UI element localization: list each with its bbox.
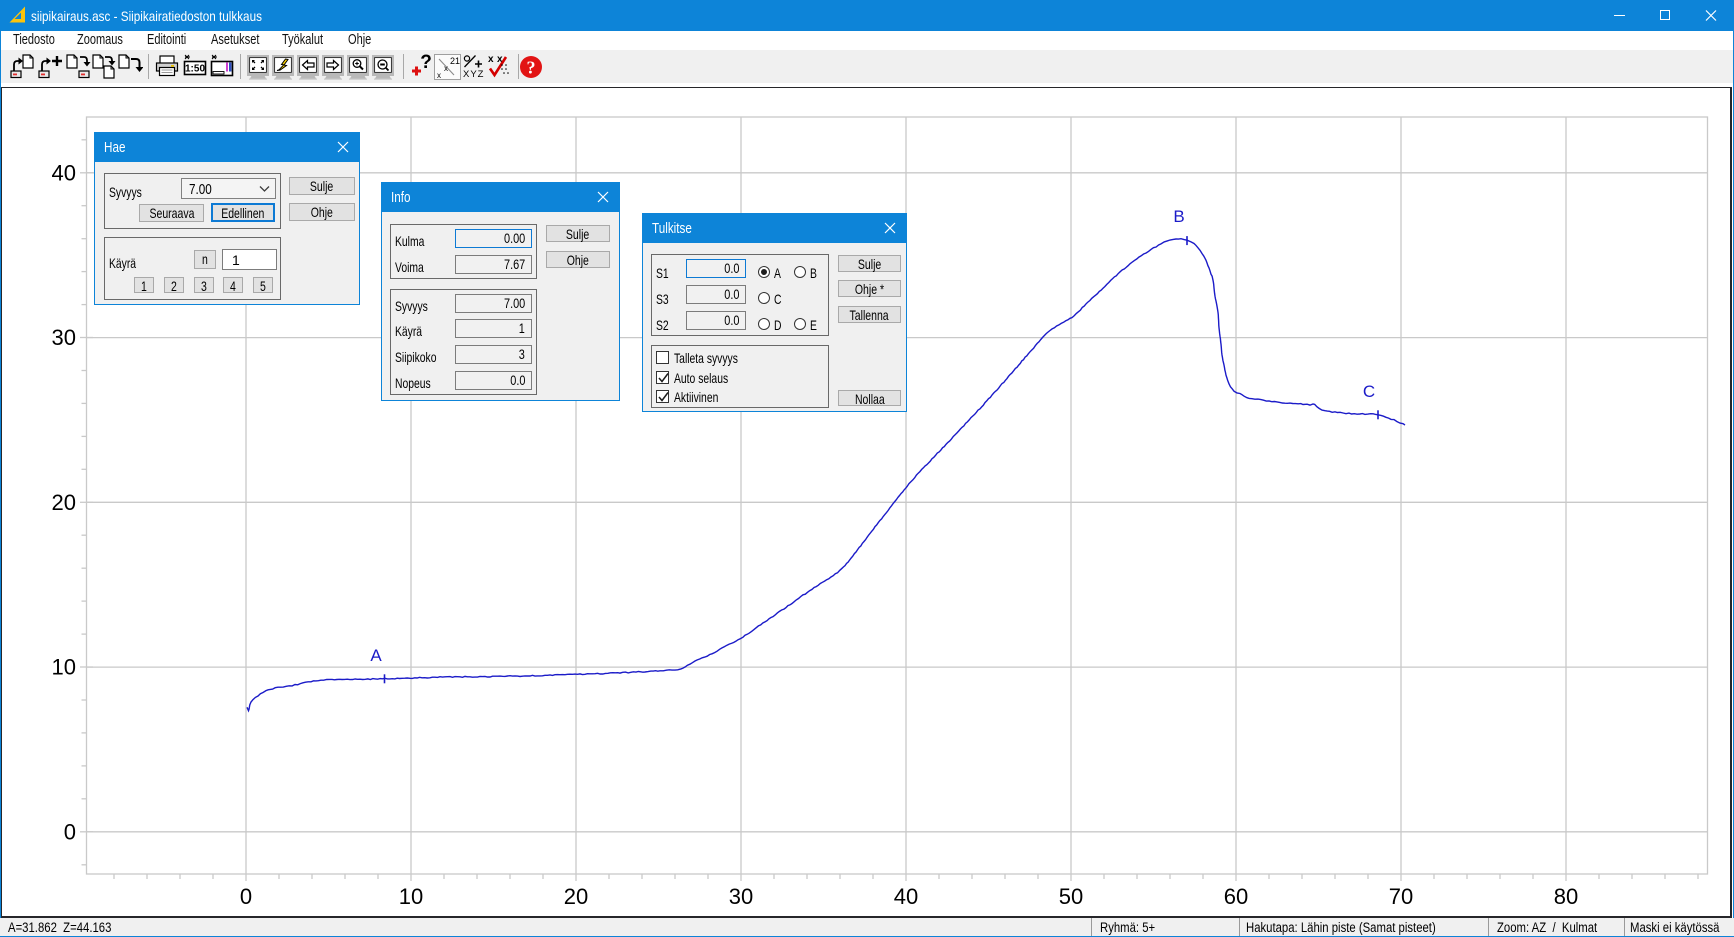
svg-text:21: 21 xyxy=(450,56,460,66)
svg-text:40: 40 xyxy=(52,160,76,185)
svg-text:1:50: 1:50 xyxy=(185,64,205,75)
svg-text:?: ? xyxy=(420,53,432,73)
svg-text:30: 30 xyxy=(52,325,76,350)
svg-text:80: 80 xyxy=(1554,884,1578,909)
svg-text:XYZ: XYZ xyxy=(463,69,484,80)
svg-text:10: 10 xyxy=(52,655,76,680)
svg-text:?: ? xyxy=(527,58,536,78)
svg-text:C: C xyxy=(1363,382,1375,401)
svg-text:60: 60 xyxy=(1224,884,1248,909)
svg-text:x: x xyxy=(437,71,441,80)
svg-text:0: 0 xyxy=(64,819,76,844)
svg-text:70: 70 xyxy=(1389,884,1413,909)
svg-text:B: B xyxy=(1173,207,1184,226)
svg-text:A: A xyxy=(370,646,382,665)
svg-text:50: 50 xyxy=(1059,884,1083,909)
svg-text:30: 30 xyxy=(729,884,753,909)
svg-text:40: 40 xyxy=(894,884,918,909)
svg-text:x: x xyxy=(488,54,494,65)
svg-text:x: x xyxy=(444,64,448,73)
svg-text:20: 20 xyxy=(52,490,76,515)
svg-text:10: 10 xyxy=(399,884,423,909)
svg-text:0: 0 xyxy=(240,884,252,909)
svg-text:20: 20 xyxy=(564,884,588,909)
